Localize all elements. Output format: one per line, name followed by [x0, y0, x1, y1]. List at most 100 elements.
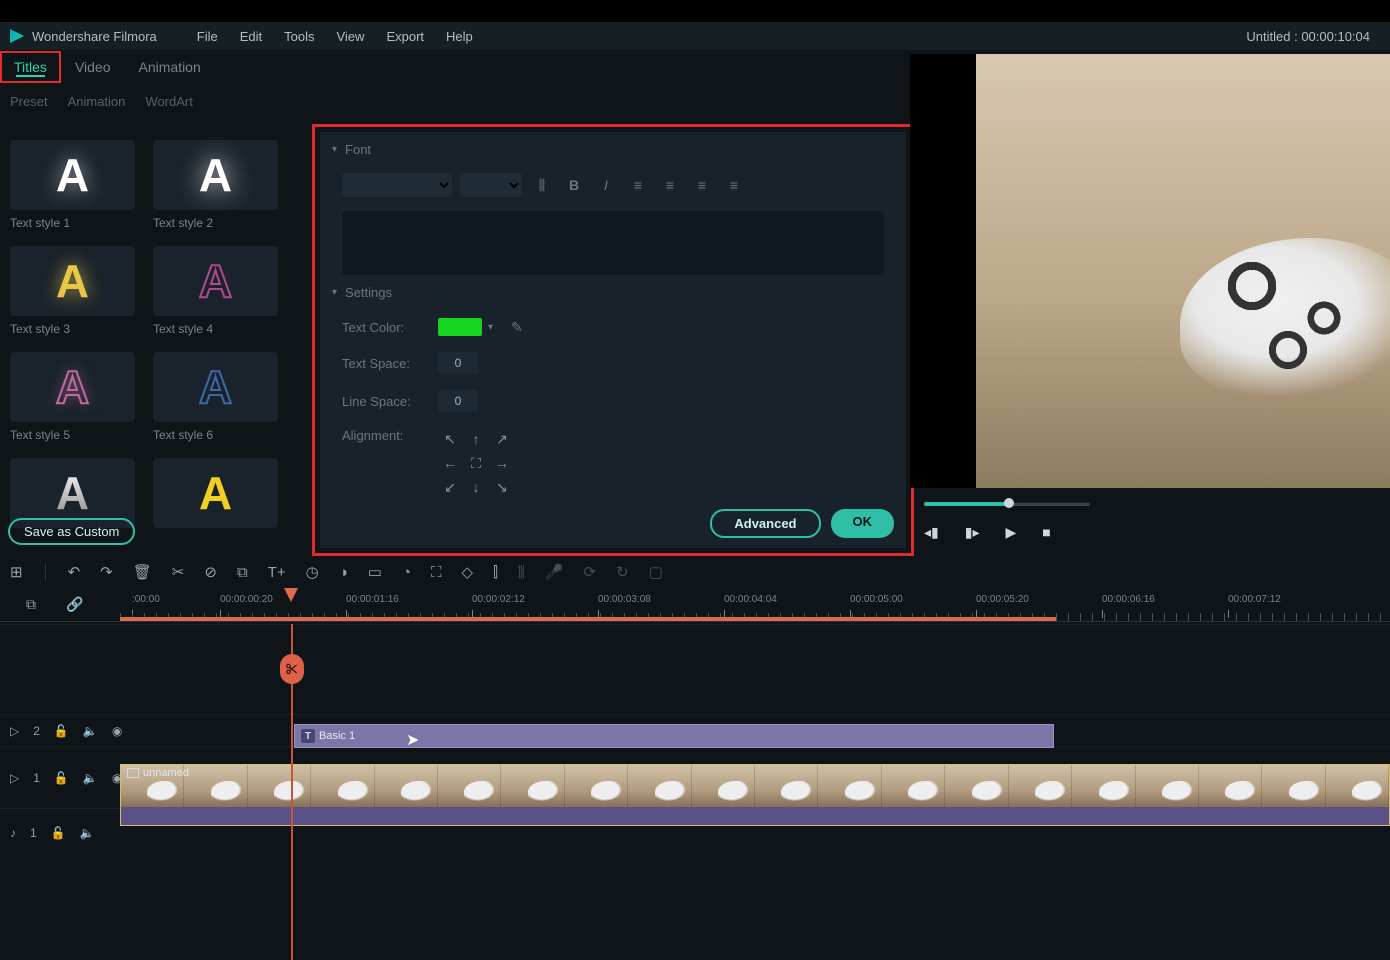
- screen-icon[interactable]: ▭: [368, 563, 382, 581]
- visibility-icon[interactable]: ◉: [112, 724, 122, 738]
- text-add-icon[interactable]: T+: [268, 564, 286, 581]
- text-style-1[interactable]: AText style 1: [10, 140, 135, 230]
- align-bc[interactable]: ↓: [464, 476, 488, 498]
- text-style-8[interactable]: A: [153, 458, 278, 528]
- track-spacer: [0, 624, 1390, 714]
- text-space-label: Text Space:: [342, 356, 438, 371]
- ok-button[interactable]: OK: [831, 509, 895, 538]
- save-as-custom-button[interactable]: Save as Custom: [8, 518, 135, 545]
- title-clip-icon: T: [301, 729, 315, 743]
- ruler-tick: 00:00:01:16: [346, 594, 399, 605]
- lock-icon[interactable]: 🔓: [51, 826, 66, 840]
- align-ml[interactable]: ←: [438, 452, 462, 474]
- ruler-tick: 00:00:06:16: [1102, 594, 1155, 605]
- mute-icon[interactable]: 🔈: [83, 724, 98, 738]
- text-color-swatch[interactable]: [438, 318, 482, 336]
- delete-icon[interactable]: 🗑: [133, 563, 152, 581]
- crop-icon[interactable]: ⧉: [237, 564, 248, 581]
- menu-help[interactable]: Help: [446, 29, 473, 44]
- subtab-preset[interactable]: Preset: [10, 94, 48, 109]
- align-mc[interactable]: ⛶: [464, 452, 488, 474]
- italic-button[interactable]: I: [594, 173, 618, 197]
- prohibit-icon[interactable]: ⊘: [204, 563, 217, 581]
- ruler-tick: 00:00:04:04: [724, 594, 777, 605]
- align-left-icon[interactable]: ≡: [626, 173, 650, 197]
- marker-icon[interactable]: ▢: [649, 563, 663, 581]
- bold-button[interactable]: B: [562, 173, 586, 197]
- ruler-tick: 00:00:07:12: [1228, 594, 1281, 605]
- playhead-icon[interactable]: [284, 588, 298, 602]
- voiceover-icon[interactable]: 🎤: [545, 563, 564, 581]
- subtab-wordart[interactable]: WordArt: [145, 94, 192, 109]
- play-button[interactable]: ▶: [1005, 524, 1016, 541]
- align-center-icon[interactable]: ≡: [658, 173, 682, 197]
- title-clip[interactable]: T Basic 1: [294, 724, 1054, 748]
- font-panel: Font ⫼ B I ≡ ≡ ≡ ≡ Settings Text Color: …: [320, 132, 906, 548]
- text-style-2[interactable]: AText style 2: [153, 140, 278, 230]
- undo-icon[interactable]: ↶: [68, 563, 81, 581]
- font-family-select[interactable]: [342, 173, 452, 197]
- menu-tools[interactable]: Tools: [284, 29, 314, 44]
- keyframe-icon[interactable]: ◇: [462, 563, 474, 581]
- mute-icon[interactable]: 🔈: [83, 771, 98, 785]
- subtab-animation[interactable]: Animation: [68, 94, 126, 109]
- tab-video[interactable]: Video: [61, 51, 125, 83]
- font-size-select[interactable]: [460, 173, 522, 197]
- text-style-5[interactable]: AText style 5: [10, 352, 135, 442]
- lock-icon[interactable]: 🔓: [54, 771, 69, 785]
- line-space-input[interactable]: 0: [438, 390, 478, 412]
- sync-icon[interactable]: ⟳: [583, 563, 596, 581]
- cut-icon[interactable]: ✂: [172, 563, 185, 581]
- alignment-grid: ↖↑↗ ←⛶→ ↙↓↘: [438, 428, 514, 498]
- stop-button[interactable]: ■: [1042, 524, 1050, 541]
- text-input-area[interactable]: [342, 211, 884, 275]
- align-tr[interactable]: ↗: [490, 428, 514, 450]
- layout-icon[interactable]: ⊞: [10, 563, 23, 581]
- redo-icon[interactable]: ↷: [100, 563, 113, 581]
- prev-frame-button[interactable]: ◂▮: [924, 524, 939, 541]
- audio-mix-icon[interactable]: ⫼: [518, 564, 525, 581]
- align-tc[interactable]: ↑: [464, 428, 488, 450]
- preview-progress[interactable]: [924, 500, 1090, 508]
- text-style-6[interactable]: AText style 6: [153, 352, 278, 442]
- mute-icon[interactable]: 🔈: [80, 826, 95, 840]
- ruler-tick: 00:00:05:20: [976, 594, 1029, 605]
- text-space-input[interactable]: 0: [438, 352, 478, 374]
- speed-icon[interactable]: ◷: [306, 563, 319, 581]
- link-icon[interactable]: 🔗: [66, 596, 83, 613]
- preview-video[interactable]: [976, 54, 1390, 488]
- text-style-3[interactable]: AText style 3: [10, 246, 135, 336]
- timeline-ruler[interactable]: ⧉ 🔗 :00:00 00:00:00:20 00:00:01:16 00:00…: [0, 592, 1390, 622]
- menu-edit[interactable]: Edit: [240, 29, 262, 44]
- section-settings[interactable]: Settings: [320, 275, 906, 310]
- video-clip[interactable]: unnamed: [120, 764, 1390, 826]
- align-tl[interactable]: ↖: [438, 428, 462, 450]
- track-number: 1: [30, 826, 37, 840]
- line-height-icon[interactable]: ⫼: [530, 173, 554, 197]
- snapshot-icon[interactable]: ⧉: [26, 596, 36, 613]
- timeline-tracks: ▷ 2 🔓 🔈 ◉ ▷ 1 🔓 🔈 ◉ ♪ 1 🔓 🔈 T Basic 1 un…: [0, 624, 1390, 960]
- lock-icon[interactable]: 🔓: [54, 724, 69, 738]
- menu-view[interactable]: View: [336, 29, 364, 44]
- align-right-icon[interactable]: ≡: [690, 173, 714, 197]
- menu-file[interactable]: File: [197, 29, 218, 44]
- align-br[interactable]: ↘: [490, 476, 514, 498]
- eyedropper-icon[interactable]: ✎: [511, 319, 523, 336]
- align-bl[interactable]: ↙: [438, 476, 462, 498]
- tab-animation[interactable]: Animation: [125, 51, 215, 83]
- menu-export[interactable]: Export: [386, 29, 424, 44]
- text-style-4[interactable]: AText style 4: [153, 246, 278, 336]
- adjust-icon[interactable]: ⫿: [493, 564, 498, 581]
- next-frame-button[interactable]: ▮▸: [965, 524, 980, 541]
- duration-icon[interactable]: ◔: [402, 564, 411, 581]
- align-justify-icon[interactable]: ≡: [722, 173, 746, 197]
- color-dropdown-icon[interactable]: ▾: [488, 322, 493, 333]
- color-icon[interactable]: ◑: [339, 564, 348, 581]
- align-mr[interactable]: →: [490, 452, 514, 474]
- advanced-button[interactable]: Advanced: [710, 509, 820, 538]
- expand-icon[interactable]: ⛶: [431, 564, 442, 581]
- tab-titles[interactable]: Titles: [0, 51, 61, 83]
- refresh-icon[interactable]: ↻: [616, 563, 629, 581]
- section-font[interactable]: Font: [320, 132, 906, 167]
- playhead-split-icon[interactable]: [280, 654, 304, 684]
